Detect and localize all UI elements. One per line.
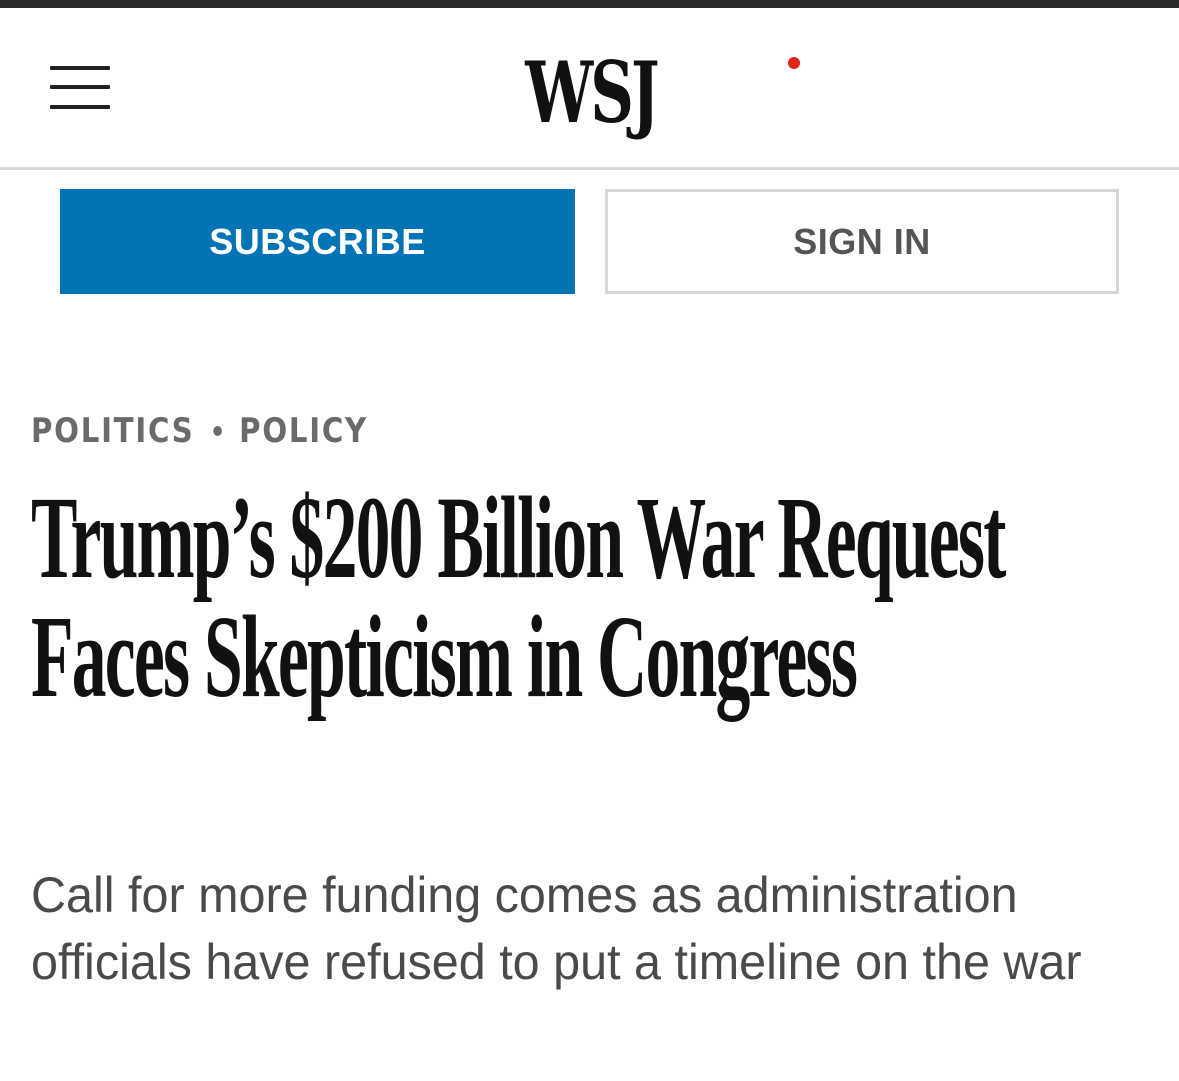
header-divider <box>0 167 1179 170</box>
article-headline: Trump’s $200 Billion War Request Faces S… <box>31 472 1006 722</box>
article-dek: Call for more funding comes as administr… <box>31 867 1082 990</box>
subscribe-button[interactable]: SUBSCRIBE <box>60 189 575 294</box>
sign-in-button[interactable]: SIGN IN <box>605 189 1119 294</box>
menu-bar-top <box>50 66 110 70</box>
menu-bar-middle <box>50 85 110 89</box>
site-header: WSJ <box>0 8 1179 168</box>
notification-dot-icon <box>788 57 800 69</box>
wsj-logo[interactable]: WSJ <box>525 38 659 148</box>
breadcrumb-subsection-link[interactable]: POLICY <box>239 411 368 451</box>
top-edge-bar <box>0 0 1179 8</box>
breadcrumb-separator-dot <box>213 426 222 436</box>
hamburger-menu-icon[interactable] <box>50 60 112 116</box>
breadcrumb: POLITICS POLICY <box>31 404 368 458</box>
menu-bar-bottom <box>50 105 110 109</box>
breadcrumb-section-link[interactable]: POLITICS <box>31 411 194 451</box>
